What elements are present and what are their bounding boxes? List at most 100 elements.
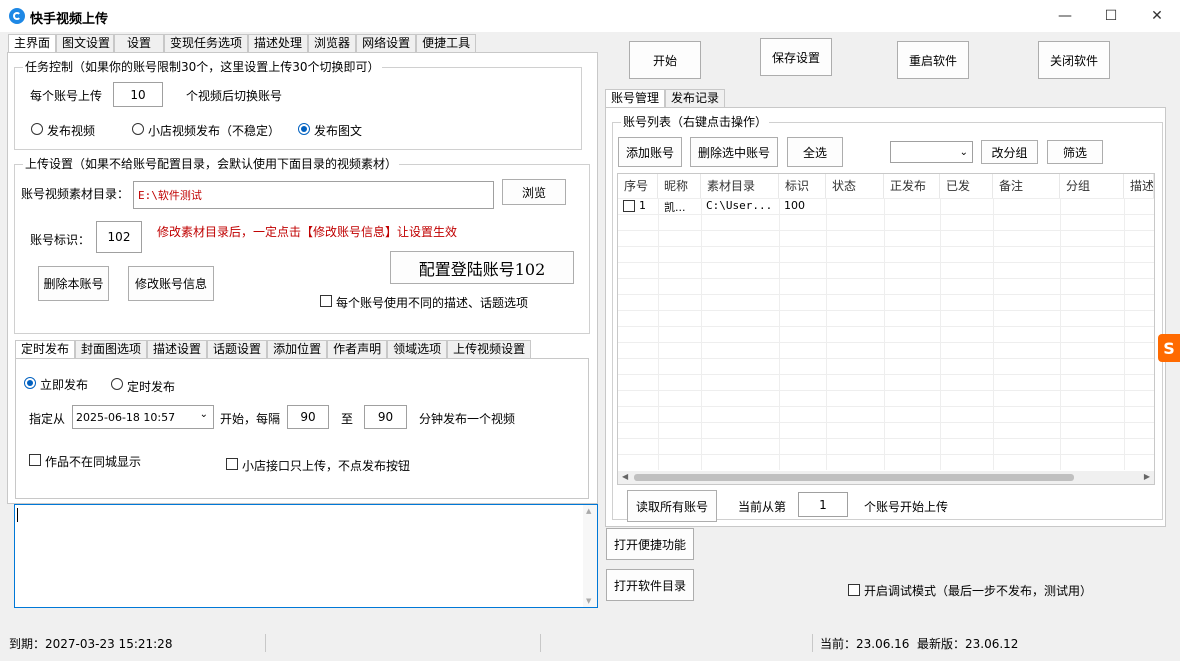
subtab-author[interactable]: 作者声明 bbox=[327, 340, 388, 359]
grid-line bbox=[618, 278, 1154, 279]
subtab-domain[interactable]: 领域选项 bbox=[387, 340, 448, 359]
window-title: 快手视频上传 bbox=[30, 12, 109, 27]
account-id-input[interactable]: 102 bbox=[96, 221, 142, 253]
open-software-dir-button[interactable]: 打开软件目录 bbox=[606, 569, 694, 601]
per-account-input[interactable]: 10 bbox=[113, 82, 163, 107]
row-checkbox[interactable] bbox=[623, 200, 635, 212]
log-textarea[interactable]: ▲ ▼ bbox=[14, 504, 598, 608]
tab-publish-record[interactable]: 发布记录 bbox=[665, 89, 726, 108]
minimize-button[interactable]: — bbox=[1042, 0, 1088, 32]
radio-immediate[interactable] bbox=[24, 377, 36, 389]
radio-shop-video[interactable] bbox=[132, 123, 144, 135]
scroll-up-icon[interactable]: ▲ bbox=[586, 507, 591, 515]
interval-unit-label: 分钟发布一个视频 bbox=[419, 412, 516, 426]
radio-shop-video-label: 小店视频发布（不稳定） bbox=[148, 124, 281, 138]
scroll-thumb[interactable] bbox=[634, 474, 1074, 481]
radio-timed-label: 定时发布 bbox=[127, 380, 176, 394]
radio-video[interactable] bbox=[31, 123, 43, 135]
tab-browser[interactable]: 浏览器 bbox=[308, 34, 357, 53]
interval-min-input[interactable]: 90 bbox=[287, 405, 329, 429]
filter-button[interactable]: 筛选 bbox=[1047, 140, 1103, 164]
scroll-left-icon[interactable]: ◀ bbox=[622, 472, 628, 481]
col-nickname[interactable]: 昵称 bbox=[658, 174, 701, 198]
close-window-button[interactable]: ✕ bbox=[1134, 0, 1180, 32]
radio-image-post[interactable] bbox=[298, 123, 310, 135]
select-all-button[interactable]: 全选 bbox=[787, 137, 843, 167]
diff-desc-label: 每个账号使用不同的描述、话题选项 bbox=[336, 296, 529, 310]
shop-only-checkbox[interactable] bbox=[226, 458, 238, 470]
subtab-location[interactable]: 添加位置 bbox=[267, 340, 328, 359]
input-method-icon[interactable]: S bbox=[1158, 334, 1180, 362]
col-id[interactable]: 标识 bbox=[779, 174, 826, 198]
tab-account-manage[interactable]: 账号管理 bbox=[605, 89, 666, 108]
radio-timed[interactable] bbox=[111, 378, 123, 390]
col-desc[interactable]: 描述 bbox=[1124, 174, 1154, 198]
change-group-button[interactable]: 改分组 bbox=[981, 140, 1038, 164]
col-note[interactable]: 备注 bbox=[993, 174, 1060, 198]
grid-line bbox=[618, 294, 1154, 295]
log-scrollbar[interactable]: ▲ ▼ bbox=[583, 505, 597, 607]
chevron-down-icon[interactable]: ⌄ bbox=[200, 409, 208, 420]
row-id: 100 bbox=[784, 199, 805, 212]
maximize-button[interactable]: ☐ bbox=[1088, 0, 1134, 32]
task-control-group: 任务控制（如果你的账号限制30个，这里设置上传30个切换即可） bbox=[14, 60, 582, 150]
subtab-upload-video[interactable]: 上传视频设置 bbox=[447, 340, 532, 359]
read-all-accounts-button[interactable]: 读取所有账号 bbox=[627, 490, 717, 522]
col-dir[interactable]: 素材目录 bbox=[701, 174, 779, 198]
close-software-button[interactable]: 关闭软件 bbox=[1038, 41, 1110, 79]
tab-image-settings[interactable]: 图文设置 bbox=[56, 34, 115, 53]
delete-account-button[interactable]: 删除本账号 bbox=[38, 266, 109, 301]
subtab-schedule[interactable]: 定时发布 bbox=[15, 340, 76, 359]
grid-line bbox=[884, 198, 885, 470]
grid-line bbox=[658, 198, 659, 470]
group-dropdown[interactable]: ⌄ bbox=[890, 141, 973, 163]
not-local-label: 作品不在同城显示 bbox=[45, 455, 142, 469]
col-publishing[interactable]: 正发布 bbox=[884, 174, 940, 198]
subtab-topic[interactable]: 话题设置 bbox=[207, 340, 268, 359]
subtab-desc[interactable]: 描述设置 bbox=[147, 340, 208, 359]
tab-settings[interactable]: 设置 bbox=[114, 34, 165, 53]
delete-selected-button[interactable]: 删除选中账号 bbox=[690, 137, 778, 167]
config-login-button[interactable]: 配置登陆账号102 bbox=[390, 251, 574, 284]
col-published[interactable]: 已发 bbox=[940, 174, 993, 198]
tab-network[interactable]: 网络设置 bbox=[356, 34, 417, 53]
modify-account-button[interactable]: 修改账号信息 bbox=[128, 266, 214, 301]
tab-description[interactable]: 描述处理 bbox=[248, 34, 309, 53]
radio-image-post-label: 发布图文 bbox=[314, 124, 363, 138]
start-button[interactable]: 开始 bbox=[629, 41, 701, 79]
start-interval-label: 开始，每隔 bbox=[220, 412, 281, 426]
subtab-cover[interactable]: 封面图选项 bbox=[75, 340, 148, 359]
scroll-down-icon[interactable]: ▼ bbox=[586, 597, 591, 605]
not-local-checkbox[interactable] bbox=[29, 454, 41, 466]
col-status[interactable]: 状态 bbox=[826, 174, 884, 198]
radio-video-label: 发布视频 bbox=[47, 124, 96, 138]
debug-mode-checkbox[interactable] bbox=[848, 584, 860, 596]
datetime-picker[interactable]: 2025-06-18 10:57 ⌄ bbox=[72, 405, 214, 429]
browse-button[interactable]: 浏览 bbox=[502, 179, 566, 205]
col-group[interactable]: 分组 bbox=[1060, 174, 1124, 198]
datetime-value: 2025-06-18 10:57 bbox=[76, 410, 176, 424]
add-account-button[interactable]: 添加账号 bbox=[618, 137, 682, 167]
restart-button[interactable]: 重启软件 bbox=[897, 41, 969, 79]
grid-line bbox=[618, 342, 1154, 343]
grid-line bbox=[993, 198, 994, 470]
open-quick-tools-button[interactable]: 打开便捷功能 bbox=[606, 528, 694, 560]
save-settings-button[interactable]: 保存设置 bbox=[760, 38, 832, 76]
tab-monetize[interactable]: 变现任务选项 bbox=[164, 34, 249, 53]
table-row[interactable]: 1 凯... C:\User... 100 bbox=[618, 198, 1154, 214]
tab-main[interactable]: 主界面 bbox=[8, 34, 57, 53]
chevron-down-icon[interactable]: ⌄ bbox=[960, 147, 968, 158]
grid-line bbox=[618, 246, 1154, 247]
scroll-right-icon[interactable]: ▶ bbox=[1144, 472, 1150, 481]
current-from-input[interactable]: 1 bbox=[798, 492, 848, 517]
diff-desc-checkbox[interactable] bbox=[320, 295, 332, 307]
grid-hscrollbar[interactable]: ◀ ▶ bbox=[618, 471, 1154, 484]
grid-header: 序号 昵称 素材目录 标识 状态 正发布 已发 备注 分组 描述 bbox=[618, 174, 1154, 198]
grid-line bbox=[779, 198, 780, 470]
tab-tools[interactable]: 便捷工具 bbox=[416, 34, 477, 53]
dir-input[interactable]: E:\软件测试 bbox=[133, 181, 494, 209]
col-index[interactable]: 序号 bbox=[618, 174, 658, 198]
schedule-tabbar: 定时发布 封面图选项 描述设置 话题设置 添加位置 作者声明 领域选项 上传视频… bbox=[15, 340, 532, 359]
expire-status: 到期：2027-03-23 15:21:28 bbox=[9, 637, 173, 651]
interval-max-input[interactable]: 90 bbox=[364, 405, 407, 429]
